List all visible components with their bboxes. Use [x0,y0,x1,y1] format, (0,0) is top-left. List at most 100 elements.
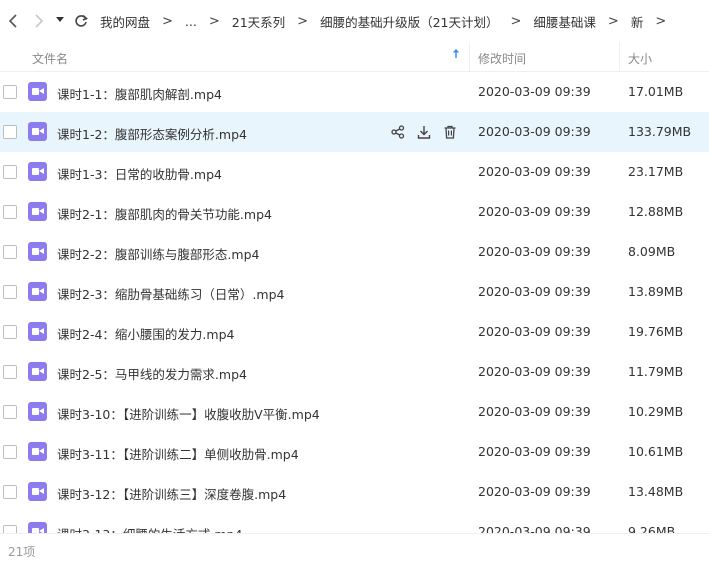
column-divider[interactable] [619,42,620,72]
file-modified-time: 2020-03-09 09:39 [478,444,591,459]
breadcrumb-item-my-drive[interactable]: 我的网盘 [100,12,150,31]
breadcrumb-item-ellipsis[interactable]: ... [185,14,197,29]
video-file-icon [28,482,47,501]
file-row[interactable]: 课时2-1：腹部肌肉的骨关节功能.mp4 2020-03-09 09:39 12.8… [0,192,709,232]
breadcrumb-item-plan[interactable]: 细腰的基础升级版（21天计划） [320,12,498,31]
file-name[interactable]: 课时1-1：腹部肌肉解剖.mp4 [57,84,222,103]
back-button[interactable] [0,0,26,42]
file-row[interactable]: 课时1-3：日常的收肋骨.mp4 2020-03-09 09:39 23.17MB [0,152,709,192]
row-checkbox[interactable] [3,525,17,533]
video-file-icon [28,322,47,341]
row-checkbox[interactable] [3,445,17,459]
file-modified-time: 2020-03-09 09:39 [478,324,591,339]
video-file-icon [28,442,47,461]
download-button[interactable] [415,123,433,141]
column-header-size[interactable]: 大小 [628,50,652,67]
file-name[interactable]: 课时3-12：【进阶训练三】深度卷腹.mp4 [57,484,286,503]
file-row[interactable]: 课时2-3：缩肋骨基础练习（日常）.mp4 2020-03-09 09:39 13.… [0,272,709,312]
breadcrumb-item-new[interactable]: 新 [631,12,644,31]
row-checkbox[interactable] [3,125,17,139]
file-modified-time: 2020-03-09 09:39 [478,124,591,139]
file-name[interactable]: 课时1-3：日常的收肋骨.mp4 [57,164,222,183]
video-file-icon [28,522,47,533]
file-modified-time: 2020-03-09 09:39 [478,84,591,99]
video-file-icon [28,362,47,381]
file-row[interactable]: 课时3-11：【进阶训练二】单侧收肋骨.mp4 2020-03-09 09:39 1… [0,432,709,472]
file-size: 19.76MB [628,324,684,339]
chevron-right-icon [35,14,44,28]
file-modified-time: 2020-03-09 09:39 [478,364,591,379]
history-dropdown[interactable] [52,16,68,26]
file-modified-time: 2020-03-09 09:39 [478,404,591,419]
file-name[interactable]: 课时2-4：缩小腰围的发力.mp4 [57,324,234,343]
file-name[interactable]: 课时2-2：腹部训练与腹部形态.mp4 [57,244,259,263]
refresh-button[interactable] [68,0,94,42]
file-size: 8.09MB [628,244,676,259]
file-row[interactable]: 课时3-10：【进阶训练一】收腹收肋V平衡.mp4 2020-03-09 09:3… [0,392,709,432]
file-row[interactable]: 课时3-13：细腰的生活方式.mp4 2020-03-09 09:39 9.26MB [0,512,709,533]
video-file-icon [28,282,47,301]
delete-icon [444,125,456,139]
row-checkbox[interactable] [3,405,17,419]
video-file-icon [28,162,47,181]
breadcrumb-separator: > [655,13,667,29]
file-row[interactable]: 课时3-12：【进阶训练三】深度卷腹.mp4 2020-03-09 09:39 13… [0,472,709,512]
file-size: 11.79MB [628,364,684,379]
item-count: 21项 [8,545,36,559]
delete-button[interactable] [441,123,459,141]
file-name[interactable]: 课时3-10：【进阶训练一】收腹收肋V平衡.mp4 [57,404,320,423]
video-file-icon [28,122,47,141]
share-icon [391,125,405,139]
file-row[interactable]: 课时2-2：腹部训练与腹部形态.mp4 2020-03-09 09:39 8.09M… [0,232,709,272]
row-checkbox[interactable] [3,245,17,259]
file-name[interactable]: 课时2-5：马甲线的发力需求.mp4 [57,364,247,383]
forward-button[interactable] [26,0,52,42]
video-file-icon [28,402,47,421]
row-actions [389,123,459,141]
sort-ascending-icon[interactable] [452,48,460,63]
row-checkbox[interactable] [3,205,17,219]
file-row[interactable]: 课时2-4：缩小腰围的发力.mp4 2020-03-09 09:39 19.76MB [0,312,709,352]
arrow-up-icon [452,49,460,58]
refresh-icon [75,14,88,27]
breadcrumb-item-series[interactable]: 21天系列 [232,12,285,31]
file-name[interactable]: 课时2-3：缩肋骨基础练习（日常）.mp4 [57,284,284,303]
file-name[interactable]: 课时1-2：腹部形态案例分析.mp4 [57,124,247,143]
column-divider[interactable] [469,42,470,72]
row-checkbox[interactable] [3,325,17,339]
file-name[interactable]: 课时3-13：细腰的生活方式.mp4 [57,524,242,533]
file-row[interactable]: 课时1-2：腹部形态案例分析.mp4 2020-03-09 09:39 133.79… [0,112,709,152]
file-size: 23.17MB [628,164,684,179]
share-button[interactable] [389,123,407,141]
video-file-icon [28,242,47,261]
breadcrumb-separator: > [297,13,309,29]
breadcrumb-separator: > [510,13,522,29]
breadcrumb: 我的网盘 > ... > 21天系列 > 细腰的基础升级版（21天计划） > 细… [100,12,678,31]
file-name[interactable]: 课时3-11：【进阶训练二】单侧收肋骨.mp4 [57,444,299,463]
file-size: 13.48MB [628,484,684,499]
row-checkbox[interactable] [3,165,17,179]
column-header-modified[interactable]: 修改时间 [478,50,526,67]
row-checkbox[interactable] [3,485,17,499]
column-header-name[interactable]: 文件名 [32,50,68,67]
video-file-icon [28,82,47,101]
file-row[interactable]: 课时2-5：马甲线的发力需求.mp4 2020-03-09 09:39 11.79M… [0,352,709,392]
caret-down-icon [56,17,64,22]
row-checkbox[interactable] [3,285,17,299]
file-size: 17.01MB [628,84,684,99]
video-file-icon [28,202,47,221]
row-checkbox[interactable] [3,85,17,99]
file-modified-time: 2020-03-09 09:39 [478,284,591,299]
file-size: 10.61MB [628,444,684,459]
row-checkbox[interactable] [3,365,17,379]
download-icon [417,126,431,139]
file-name[interactable]: 课时2-1：腹部肌肉的骨关节功能.mp4 [57,204,272,223]
breadcrumb-separator: > [208,13,220,29]
file-modified-time: 2020-03-09 09:39 [478,204,591,219]
breadcrumb-separator: > [607,13,619,29]
file-size: 13.89MB [628,284,684,299]
file-size: 133.79MB [628,124,692,139]
file-row[interactable]: 课时1-1：腹部肌肉解剖.mp4 2020-03-09 09:39 17.01MB [0,72,709,112]
breadcrumb-item-basic-course[interactable]: 细腰基础课 [533,12,596,31]
file-modified-time: 2020-03-09 09:39 [478,164,591,179]
